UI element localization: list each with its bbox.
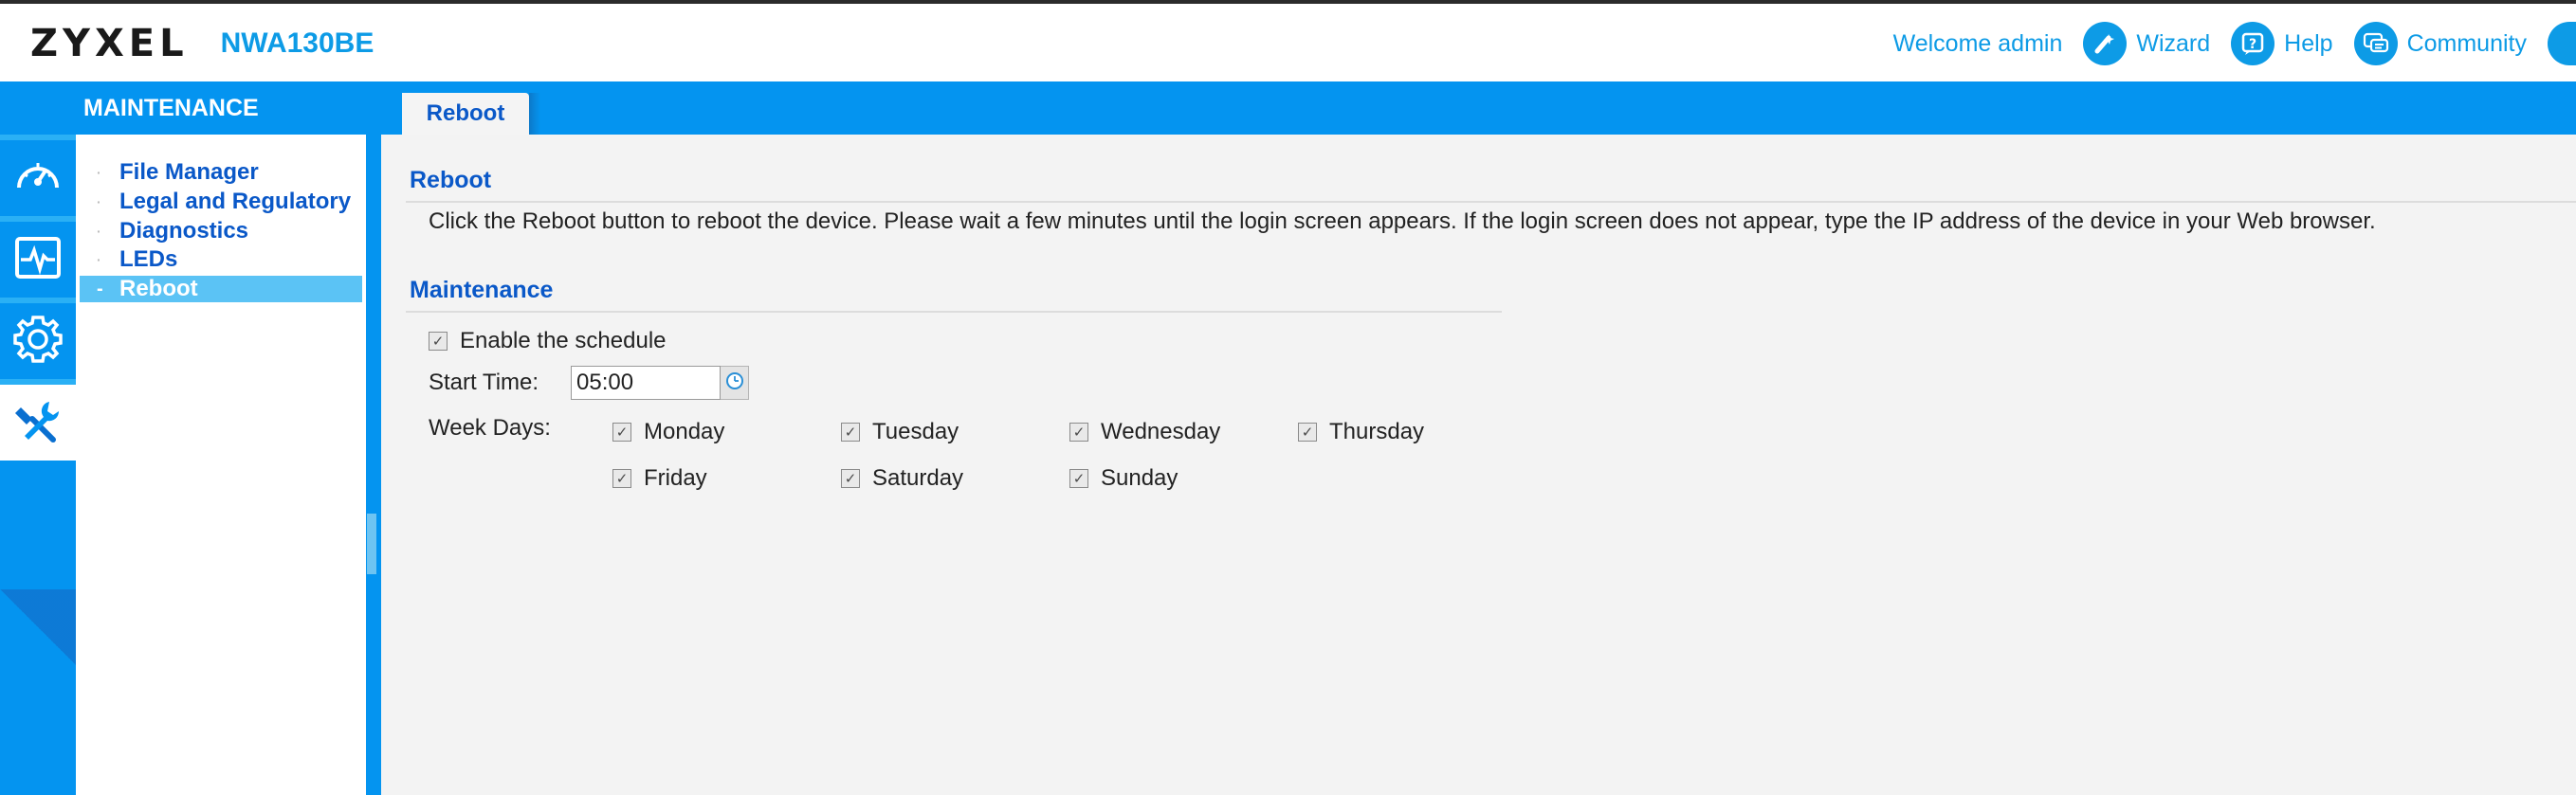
bullet-icon: - <box>97 278 103 299</box>
week-days-label: Week Days: <box>429 415 551 441</box>
sunday-checkbox[interactable]: ✓ <box>1069 469 1088 488</box>
help-label: Help <box>2284 29 2333 57</box>
header: ZYXEL NWA130BE Welcome admin Wizard ? He… <box>0 4 2576 81</box>
reboot-divider <box>406 201 2576 203</box>
section-title: MAINTENANCE <box>83 95 259 121</box>
start-time-label: Start Time: <box>429 370 539 395</box>
model-name: NWA130BE <box>220 27 375 59</box>
community-icon <box>2353 22 2398 65</box>
bullet-icon: · <box>97 165 101 180</box>
day-label: Saturday <box>872 465 964 491</box>
maintenance-heading: Maintenance <box>410 277 554 303</box>
top-nav-bar: MAINTENANCE Reboot <box>0 81 2576 135</box>
wednesday-checkbox[interactable]: ✓ <box>1069 423 1088 442</box>
sidebar-menu: · File Manager · Legal and Regulatory · … <box>76 135 366 795</box>
bullet-icon: · <box>97 252 101 267</box>
panel-splitter[interactable] <box>366 135 381 795</box>
bullet-icon: · <box>97 224 101 239</box>
sidebar-item-label: File Manager <box>119 159 259 185</box>
saturday-checkbox[interactable]: ✓ <box>841 469 860 488</box>
friday-checkbox[interactable]: ✓ <box>612 469 631 488</box>
help-icon: ? <box>2231 22 2275 65</box>
community-button[interactable]: Community <box>2353 22 2527 65</box>
community-label: Community <box>2406 29 2527 57</box>
sidebar-item-label: Reboot <box>119 276 198 301</box>
day-saturday: ✓ Saturday <box>841 465 963 492</box>
start-time-control <box>571 366 749 400</box>
day-tuesday: ✓ Tuesday <box>841 419 959 445</box>
enable-schedule-label: Enable the schedule <box>460 328 667 353</box>
sidebar-item-legal-and-regulatory[interactable]: · Legal and Regulatory <box>80 189 362 215</box>
welcome-text: Welcome admin <box>1892 29 2063 57</box>
sidebar-item-label: Legal and Regulatory <box>119 189 352 214</box>
day-label: Monday <box>644 419 725 444</box>
day-label: Friday <box>644 465 707 491</box>
tab-edge <box>529 93 540 135</box>
sidebar-item-label: LEDs <box>119 246 178 272</box>
splitter-grip[interactable] <box>367 514 376 574</box>
sidebar-item-file-manager[interactable]: · File Manager <box>80 159 362 186</box>
rail-decoration <box>0 589 76 665</box>
day-label: Wednesday <box>1101 419 1221 444</box>
day-thursday: ✓ Thursday <box>1298 419 1424 445</box>
zyxel-logo: ZYXEL <box>30 22 189 65</box>
day-sunday: ✓ Sunday <box>1069 465 1178 492</box>
monday-checkbox[interactable]: ✓ <box>612 423 631 442</box>
svg-text:?: ? <box>2249 37 2256 52</box>
start-time-input[interactable] <box>571 366 721 400</box>
help-button[interactable]: ? Help <box>2231 22 2333 65</box>
day-monday: ✓ Monday <box>612 419 724 445</box>
bullet-icon: · <box>97 194 101 209</box>
enable-schedule-checkbox[interactable]: ✓ <box>429 332 448 351</box>
monitor-icon <box>11 231 64 289</box>
sidebar-item-leds[interactable]: · LEDs <box>80 246 362 273</box>
maintenance-icon <box>11 394 64 452</box>
rail-monitor[interactable] <box>0 222 76 298</box>
wizard-label: Wizard <box>2136 29 2211 57</box>
day-friday: ✓ Friday <box>612 465 707 492</box>
configuration-icon <box>10 312 65 371</box>
logout-icon[interactable] <box>2548 22 2576 65</box>
rail-maintenance[interactable] <box>0 385 76 461</box>
reboot-heading: Reboot <box>410 167 492 193</box>
reboot-description: Click the Reboot button to reboot the de… <box>429 208 2376 234</box>
maintenance-divider <box>406 311 1502 313</box>
rail-dashboard[interactable] <box>0 140 76 216</box>
tuesday-checkbox[interactable]: ✓ <box>841 423 860 442</box>
sidebar-item-reboot[interactable]: - Reboot <box>80 276 362 302</box>
day-label: Sunday <box>1101 465 1178 491</box>
brand: ZYXEL NWA130BE <box>30 15 374 72</box>
day-label: Tuesday <box>872 419 959 444</box>
sidebar-item-label: Diagnostics <box>119 218 249 244</box>
dashboard-icon <box>11 150 64 208</box>
header-actions: Welcome admin Wizard ? Help Community <box>1893 15 2576 72</box>
wizard-button[interactable]: Wizard <box>2083 22 2210 65</box>
time-picker-button[interactable] <box>721 366 749 400</box>
wizard-icon <box>2083 22 2128 65</box>
sidebar-item-diagnostics[interactable]: · Diagnostics <box>80 218 362 244</box>
thursday-checkbox[interactable]: ✓ <box>1298 423 1317 442</box>
rail-configuration[interactable] <box>0 303 76 379</box>
icon-rail <box>0 135 76 795</box>
day-label: Thursday <box>1329 419 1425 444</box>
main-content: Reboot Click the Reboot button to reboot… <box>381 135 2576 795</box>
clock-icon <box>725 371 744 395</box>
tab-reboot[interactable]: Reboot <box>402 93 529 135</box>
day-wednesday: ✓ Wednesday <box>1069 419 1220 445</box>
enable-schedule-row: ✓ Enable the schedule <box>429 328 667 354</box>
